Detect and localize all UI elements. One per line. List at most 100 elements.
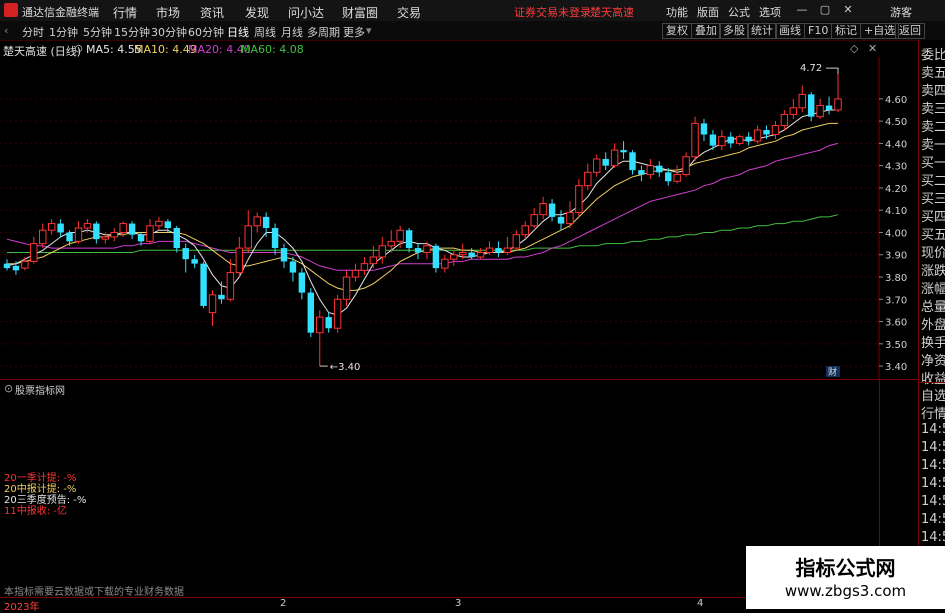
sidebar-item-10: 买五 bbox=[921, 228, 945, 243]
tick-time-4: 14:5 bbox=[921, 494, 945, 509]
tab-quotes[interactable]: 行情 bbox=[921, 403, 945, 422]
stock-alert[interactable]: 楚天高速 bbox=[590, 4, 634, 20]
sidebar-item-8: 买三 bbox=[921, 192, 945, 207]
y-tick-label: 4.60 bbox=[885, 95, 907, 106]
candle-body-up bbox=[458, 252, 467, 256]
indicator-settings-icon[interactable]: ⊙ bbox=[4, 382, 13, 395]
period-60min[interactable]: 60分钟 bbox=[188, 24, 224, 40]
candle-body-up bbox=[208, 294, 217, 314]
candle-body-up bbox=[771, 125, 780, 135]
adjust-button[interactable]: 复权 bbox=[662, 23, 692, 39]
candle-body-up bbox=[735, 136, 744, 144]
maximize-icon[interactable]: ▢ bbox=[818, 3, 832, 17]
tab-watchlist[interactable]: 自选 bbox=[921, 385, 945, 404]
f10-button[interactable]: F10 bbox=[804, 23, 833, 39]
candle-body-down bbox=[557, 216, 565, 224]
candle-body-down bbox=[629, 152, 636, 171]
menu-discover[interactable]: 发现 bbox=[245, 4, 269, 21]
candle-body-down bbox=[93, 223, 100, 240]
statistics-button[interactable]: 统计 bbox=[747, 23, 777, 39]
menu-quotes[interactable]: 行情 bbox=[113, 4, 137, 21]
candle-body-down bbox=[763, 130, 770, 135]
diamond-icon[interactable]: ◇ bbox=[850, 42, 858, 55]
candle-body-up bbox=[101, 236, 110, 240]
candle-body-down bbox=[280, 248, 288, 262]
menu-news[interactable]: 资讯 bbox=[200, 4, 224, 21]
period-30min[interactable]: 30分钟 bbox=[151, 24, 187, 40]
add-watchlist-button[interactable]: +自选 bbox=[860, 23, 900, 39]
candlestick-chart[interactable]: 4.60 4.50 4.40 4.30 4.20 4.10 4.00 3.90 3.80 3.70… bbox=[0, 57, 918, 379]
menu-trade[interactable]: 交易 bbox=[397, 4, 421, 21]
candle-body-up bbox=[476, 252, 485, 258]
period-timeshare[interactable]: 分时 bbox=[22, 24, 44, 40]
candle-body-down bbox=[548, 203, 556, 217]
minimize-icon[interactable]: — bbox=[795, 3, 809, 17]
menu-layout[interactable]: 版面 bbox=[697, 4, 719, 20]
candle-body-up bbox=[253, 216, 261, 227]
candle-body-up bbox=[226, 272, 235, 300]
mark-button[interactable]: 标记 bbox=[831, 23, 861, 39]
more-dropdown-icon[interactable]: ▾ bbox=[366, 24, 372, 37]
login-status-alert[interactable]: 证券交易未登录 bbox=[514, 4, 591, 20]
period-weekly[interactable]: 周线 bbox=[254, 24, 276, 40]
candle-body-up bbox=[566, 211, 574, 225]
panel-close-icon[interactable]: ✕ bbox=[868, 42, 877, 55]
menu-ask[interactable]: 问小达 bbox=[288, 4, 324, 21]
period-15min[interactable]: 15分钟 bbox=[114, 24, 150, 40]
sidebar-item-14: 总量 bbox=[921, 300, 945, 315]
sidebar-divider bbox=[919, 382, 945, 383]
candle-body-up bbox=[682, 156, 690, 176]
candle-body-down bbox=[432, 245, 440, 269]
back-button[interactable]: 返回 bbox=[895, 23, 925, 39]
candle-body-up bbox=[378, 245, 387, 258]
menu-formula[interactable]: 公式 bbox=[728, 4, 750, 20]
candle-body-up bbox=[673, 174, 681, 182]
overlay-button[interactable]: 叠加 bbox=[691, 23, 721, 39]
period-multi[interactable]: 多周期 bbox=[307, 24, 340, 40]
guest-user[interactable]: 游客 bbox=[890, 4, 912, 20]
candle-body-up bbox=[530, 214, 538, 227]
menu-options[interactable]: 选项 bbox=[759, 4, 781, 20]
period-monthly[interactable]: 月线 bbox=[281, 24, 303, 40]
date-label-year: 2023年 bbox=[4, 602, 40, 613]
period-daily[interactable]: 日线 bbox=[227, 24, 249, 40]
app-logo-icon bbox=[4, 3, 18, 17]
draw-line-button[interactable]: 画线 bbox=[775, 23, 805, 39]
candle-body-up bbox=[718, 136, 726, 147]
multi-stock-button[interactable]: 多股 bbox=[719, 23, 749, 39]
toolbar-prev-icon[interactable]: ‹ bbox=[4, 24, 8, 37]
period-more[interactable]: 更多 bbox=[343, 24, 365, 40]
tick-time-0: 14:5 bbox=[921, 422, 945, 437]
candle-body-down bbox=[262, 216, 270, 229]
close-icon[interactable]: ✕ bbox=[841, 3, 855, 17]
candle-body-up bbox=[834, 98, 842, 111]
period-1min[interactable]: 1分钟 bbox=[49, 24, 78, 40]
menu-wealth-circle[interactable]: 财富圈 bbox=[342, 4, 378, 21]
sidebar-item-1: 卖五 bbox=[921, 66, 945, 81]
candle-body-down bbox=[325, 317, 332, 329]
menu-market[interactable]: 市场 bbox=[156, 4, 180, 21]
candle-body-down bbox=[173, 228, 180, 249]
candle-body-up bbox=[575, 185, 583, 213]
candle-body-down bbox=[414, 248, 422, 253]
period-5min[interactable]: 5分钟 bbox=[83, 24, 112, 40]
candle-body-up bbox=[360, 263, 369, 271]
sidebar-item-13: 涨幅 bbox=[921, 282, 945, 297]
candle-body-up bbox=[789, 107, 798, 115]
candle-body-down bbox=[620, 150, 627, 153]
ma-settings-icon[interactable]: ⊙ bbox=[74, 42, 83, 55]
candle-body-down bbox=[164, 221, 172, 229]
candle-body-down bbox=[656, 165, 663, 173]
low-price-label: ←3.40 bbox=[330, 362, 361, 373]
ma-info-line: 楚天高速 (日线) ⊙ MA5: 4.55 MA10: 4.49 MA20: 4… bbox=[0, 41, 910, 58]
y-tick-label: 3.50 bbox=[885, 340, 907, 351]
menu-function[interactable]: 功能 bbox=[666, 4, 688, 20]
candle-body-up bbox=[30, 243, 38, 262]
candle-body-down bbox=[289, 261, 297, 273]
candle-body-up bbox=[110, 231, 118, 238]
indicator-title: 股票指标网 bbox=[15, 386, 65, 397]
candle-body-down bbox=[182, 248, 189, 260]
tick-time-6: 14:5 bbox=[921, 530, 945, 545]
candle-body-up bbox=[584, 171, 592, 187]
sidebar-item-7: 买二 bbox=[921, 174, 945, 189]
